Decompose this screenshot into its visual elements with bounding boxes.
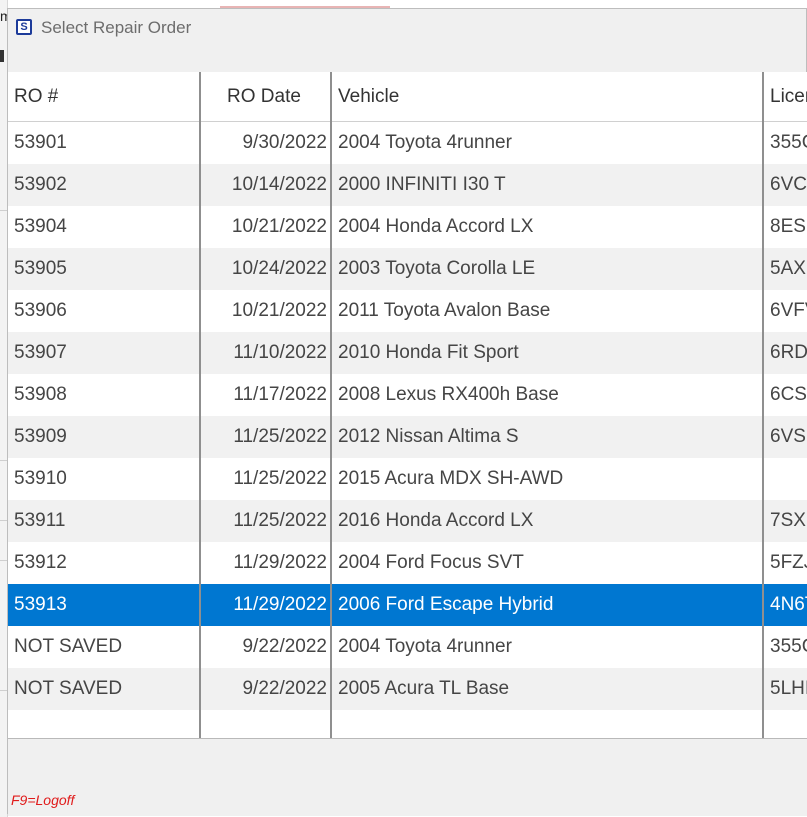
license-cell: 355C (770, 636, 807, 657)
license-cell: 6RD (770, 342, 807, 363)
license-cell: 5AXI (770, 258, 807, 279)
license-cell: 6VFV (770, 300, 807, 321)
table-row[interactable]: 53901 9/30/2022 2004 Toyota 4runner 355C (8, 122, 807, 164)
ro-number-cell: 53904 (14, 216, 67, 237)
background-line (0, 560, 7, 561)
ro-date-cell: 11/17/2022 (233, 384, 327, 405)
column-header-license[interactable]: Licen (770, 72, 807, 121)
column-header-ro-number[interactable]: RO # (14, 72, 58, 121)
table-row[interactable]: 53909 11/25/2022 2012 Nissan Altima S 6VS (8, 416, 807, 458)
ro-number-cell: 53905 (14, 258, 67, 279)
vehicle-cell: 2008 Lexus RX400h Base (338, 384, 559, 405)
vehicle-cell: 2003 Toyota Corolla LE (338, 258, 536, 279)
column-divider (762, 72, 764, 738)
ro-date-cell: 11/25/2022 (233, 426, 327, 447)
ro-date-cell: 11/10/2022 (233, 342, 327, 363)
ro-date-cell: 10/24/2022 (231, 258, 327, 279)
license-cell: 4N6T (770, 594, 807, 615)
ro-number-cell: NOT SAVED (14, 678, 123, 699)
table-row-selected[interactable]: 53913 11/29/2022 2006 Ford Escape Hybrid 4N… (8, 584, 807, 626)
vehicle-cell: 2015 Acura MDX SH-AWD (338, 468, 564, 489)
toolbar (8, 45, 806, 73)
license-cell: 355C (770, 132, 807, 153)
table-row[interactable]: 53910 11/25/2022 2015 Acura MDX SH-AWD (8, 458, 807, 500)
vehicle-cell: 2006 Ford Escape Hybrid (338, 594, 554, 615)
table-row[interactable]: 53906 10/21/2022 2011 Toyota Avalon Base 6V… (8, 290, 807, 332)
table-row[interactable]: 53907 11/10/2022 2010 Honda Fit Sport 6RD (8, 332, 807, 374)
license-cell: 6VC7 (770, 174, 807, 195)
ro-date-cell: 11/29/2022 (233, 552, 327, 573)
background-line (0, 210, 7, 211)
vehicle-cell: 2004 Ford Focus SVT (338, 552, 524, 573)
vehicle-cell: 2004 Toyota 4runner (338, 636, 512, 657)
table-row[interactable]: 53902 10/14/2022 2000 INFINITI I30 T 6VC7 (8, 164, 807, 206)
license-cell: 5FZJ (770, 552, 807, 573)
table-row[interactable]: 53905 10/24/2022 2003 Toyota Corolla LE 5AX… (8, 248, 807, 290)
ro-date-cell: 11/25/2022 (233, 468, 327, 489)
ro-number-cell: NOT SAVED (14, 636, 123, 657)
repair-order-grid[interactable]: RO # RO Date Vehicle Licen 53901 9/30/202… (8, 72, 807, 738)
license-cell: 8ES (770, 216, 806, 237)
ro-number-cell: 53912 (14, 552, 67, 573)
ro-date-cell: 9/30/2022 (242, 132, 327, 153)
ro-number-cell: 53909 (14, 426, 67, 447)
ro-date-cell: 10/14/2022 (231, 174, 327, 195)
ro-number-cell: 53911 (14, 510, 66, 531)
vehicle-cell: 2011 Toyota Avalon Base (338, 300, 551, 321)
app-logo-icon: S (16, 19, 32, 35)
logoff-hint: F9=Logoff (11, 792, 75, 808)
license-cell (770, 458, 807, 500)
ro-number-cell: 53907 (14, 342, 67, 363)
table-row[interactable]: 53911 11/25/2022 2016 Honda Accord LX 7SXI (8, 500, 807, 542)
grid-header: RO # RO Date Vehicle Licen (8, 72, 807, 122)
license-cell: 7SXI (770, 510, 807, 531)
ro-number-cell: 53908 (14, 384, 67, 405)
column-header-ro-date[interactable]: RO Date (227, 72, 301, 121)
vehicle-cell: 2000 INFINITI I30 T (338, 174, 506, 195)
vehicle-cell: 2010 Honda Fit Sport (338, 342, 519, 363)
license-cell: 5LHI (770, 678, 807, 699)
select-repair-order-dialog: S Select Repair Order RO # RO Date Vehic… (7, 8, 807, 816)
table-row[interactable]: NOT SAVED 9/22/2022 2004 Toyota 4runner 355… (8, 626, 807, 668)
ro-number-cell: 53910 (14, 468, 67, 489)
background-mark (0, 50, 4, 62)
status-footer: F9=Logoff (8, 738, 807, 816)
table-row[interactable]: 53904 10/21/2022 2004 Honda Accord LX 8ES (8, 206, 807, 248)
background-line (0, 690, 7, 691)
window-title: Select Repair Order (41, 18, 192, 37)
vehicle-cell: 2004 Toyota 4runner (338, 132, 512, 153)
table-row[interactable]: 53908 11/17/2022 2008 Lexus RX400h Base 6CS (8, 374, 807, 416)
ro-date-cell: 11/29/2022 (233, 594, 327, 615)
license-cell: 6CS (770, 384, 807, 405)
ro-number-cell: 53906 (14, 300, 67, 321)
ro-number-cell: 53901 (14, 132, 67, 153)
vehicle-cell: 2005 Acura TL Base (338, 678, 510, 699)
ro-number-cell: 53913 (14, 594, 67, 615)
ro-date-cell: 11/25/2022 (233, 510, 327, 531)
table-row[interactable]: 53912 11/29/2022 2004 Ford Focus SVT 5FZJ (8, 542, 807, 584)
background-line (0, 460, 7, 461)
ro-date-cell: 10/21/2022 (231, 300, 327, 321)
vehicle-cell: 2016 Honda Accord LX (338, 510, 534, 531)
ro-date-cell: 9/22/2022 (242, 678, 327, 699)
background-line (0, 520, 7, 521)
column-divider (199, 72, 201, 738)
column-header-vehicle[interactable]: Vehicle (338, 72, 399, 121)
ro-date-cell: 9/22/2022 (242, 636, 327, 657)
license-cell: 6VS (770, 426, 806, 447)
ro-number-cell: 53902 (14, 174, 67, 195)
column-divider (330, 72, 332, 738)
ro-date-cell: 10/21/2022 (231, 216, 327, 237)
vehicle-cell: 2012 Nissan Altima S (338, 426, 519, 447)
title-bar[interactable]: S Select Repair Order (8, 9, 806, 45)
vehicle-cell: 2004 Honda Accord LX (338, 216, 534, 237)
table-row[interactable]: NOT SAVED 9/22/2022 2005 Acura TL Base 5LHI (8, 668, 807, 710)
